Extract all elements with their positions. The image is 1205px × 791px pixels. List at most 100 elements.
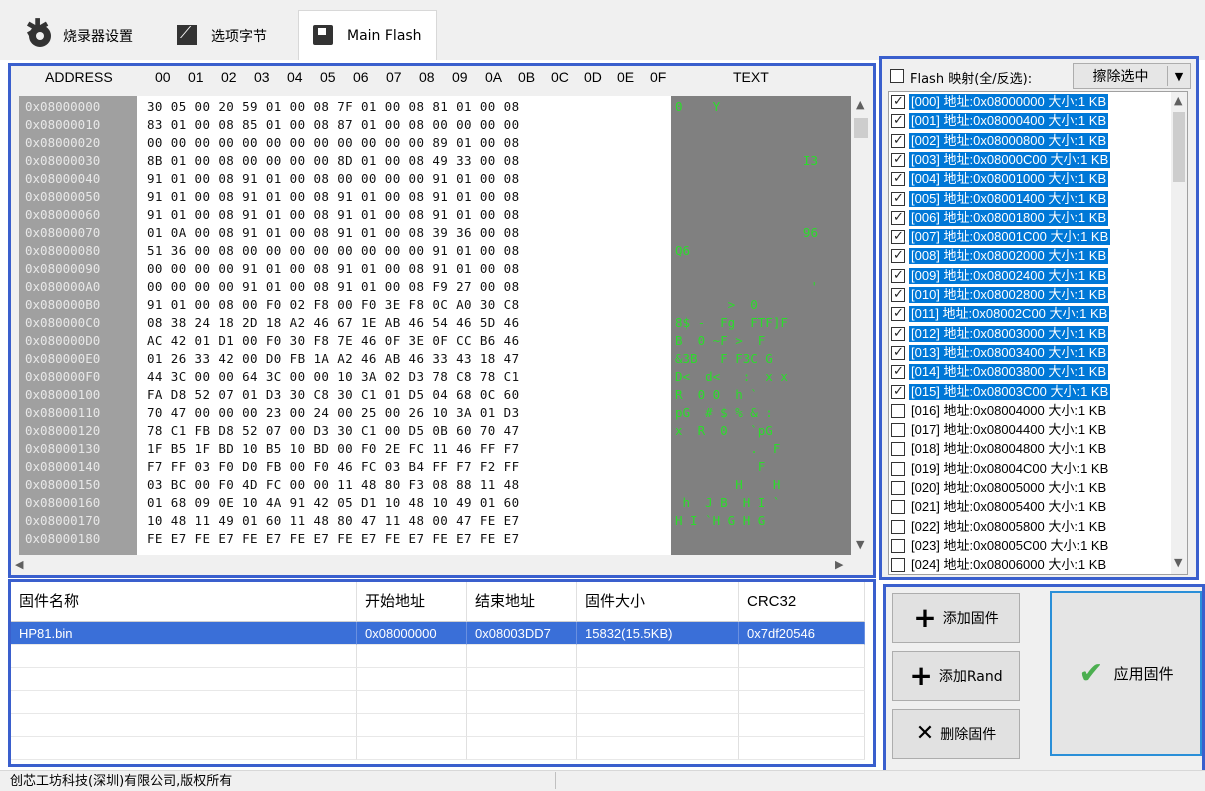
scroll-up-icon[interactable]: ▲ (1174, 94, 1182, 107)
column-header-start[interactable]: 开始地址 (357, 582, 467, 622)
hex-row[interactable]: 91 01 00 08 91 01 00 08 91 01 00 08 91 0… (147, 208, 520, 222)
hex-row[interactable]: 91 01 00 08 00 F0 02 F8 00 F0 3E F8 0C A… (147, 298, 520, 312)
list-item[interactable]: [007] 地址:0x08001C00 大小:1 KB (891, 228, 1169, 246)
hex-row[interactable]: 00 00 00 00 91 01 00 08 91 01 00 08 F9 2… (147, 280, 520, 294)
hex-row[interactable]: 83 01 00 08 85 01 00 08 87 01 00 08 00 0… (147, 118, 520, 132)
list-item[interactable]: [010] 地址:0x08002800 大小:1 KB (891, 286, 1169, 303)
add-firmware-button[interactable]: + 添加固件 (892, 593, 1020, 643)
list-item[interactable]: [000] 地址:0x08000000 大小:1 KB (891, 93, 1169, 110)
list-item[interactable]: [024] 地址:0x08006000 大小:1 KB (891, 557, 1169, 573)
hex-viewer[interactable]: ADDRESS 00 01 02 03 04 05 06 07 08 09 0A 0B 0C 0D 0E 0F… (8, 63, 876, 578)
list-item[interactable]: [005] 地址:0x08001400 大小:1 KB (891, 190, 1169, 207)
sector-checkbox[interactable] (891, 344, 905, 360)
scroll-up-icon[interactable]: ▲ (856, 98, 864, 111)
list-item[interactable]: [009] 地址:0x08002400 大小:1 KB (891, 267, 1169, 284)
list-item[interactable]: [021] 地址:0x08005400 大小:1 KB (891, 499, 1169, 515)
hex-row[interactable]: 01 26 33 42 00 D0 FB 1A A2 46 AB 46 33 4… (147, 352, 520, 366)
sector-checkbox[interactable] (891, 519, 905, 534)
hex-row[interactable]: 44 3C 00 00 64 3C 00 00 10 3A 02 D3 78 C… (147, 370, 520, 384)
hex-row[interactable]: 51 36 00 08 00 00 00 00 00 00 00 00 91 0… (147, 244, 520, 258)
apply-firmware-button[interactable]: ✔ 应用固件 (1050, 591, 1202, 756)
scroll-right-icon[interactable]: ▶ (835, 558, 843, 571)
sector-checkbox[interactable] (891, 190, 905, 206)
hex-row[interactable]: 78 C1 FB D8 52 07 00 D3 30 C1 00 D5 0B 6… (147, 424, 520, 438)
sector-checkbox[interactable] (891, 558, 905, 573)
hex-row[interactable]: 70 47 00 00 00 23 00 24 00 25 00 26 10 3… (147, 406, 520, 420)
sector-checkbox[interactable] (891, 325, 905, 341)
table-row[interactable]: HP81.bin 0x08000000 0x08003DD7 15832(15.… (11, 622, 865, 645)
sector-checkbox[interactable] (891, 500, 905, 515)
sector-checkbox[interactable] (891, 481, 905, 495)
sector-checkbox[interactable] (891, 403, 905, 418)
hex-row[interactable]: 8B 01 00 08 00 00 00 00 8D 01 00 08 49 3… (147, 154, 520, 168)
sector-checkbox[interactable] (891, 461, 905, 476)
column-header-crc[interactable]: CRC32 (739, 582, 865, 622)
sector-checkbox[interactable] (891, 170, 905, 187)
tab-option-bytes[interactable]: 选项字节 (162, 14, 282, 58)
list-item[interactable]: [017] 地址:0x08004400 大小:1 KB (891, 422, 1169, 438)
hex-row[interactable]: 1F B5 1F BD 10 B5 10 BD 00 F0 2E FC 11 4… (147, 442, 520, 456)
hex-row[interactable]: 00 00 00 00 00 00 00 00 00 00 00 00 89 0… (147, 136, 520, 150)
flash-list-scrollbar[interactable]: ▲ ▼ (1171, 92, 1187, 574)
hex-row[interactable]: 01 0A 00 08 91 01 00 08 91 01 00 08 39 3… (147, 226, 520, 240)
chevron-down-icon[interactable]: ▼ (1168, 70, 1190, 83)
sector-checkbox[interactable] (891, 305, 905, 322)
column-header-end[interactable]: 结束地址 (467, 582, 577, 622)
hex-row[interactable]: 30 05 00 20 59 01 00 08 7F 01 00 08 81 0… (147, 100, 520, 114)
scroll-down-icon[interactable]: ▼ (1174, 556, 1182, 569)
sector-checkbox[interactable] (891, 383, 905, 399)
add-rand-button[interactable]: + 添加Rand (892, 651, 1020, 701)
sector-checkbox[interactable] (891, 151, 905, 167)
hex-row[interactable]: 00 00 00 00 91 01 00 08 91 01 00 08 91 0… (147, 262, 520, 276)
list-item[interactable]: [013] 地址:0x08003400 大小:1 KB (891, 344, 1169, 361)
sector-checkbox[interactable] (891, 228, 905, 245)
sector-checkbox[interactable] (891, 112, 905, 129)
column-header-size[interactable]: 固件大小 (577, 582, 739, 622)
erase-selected-button[interactable]: 擦除选中 ▼ (1073, 63, 1191, 89)
scroll-thumb[interactable] (1173, 112, 1185, 182)
list-item[interactable]: [023] 地址:0x08005C00 大小:1 KB (891, 538, 1169, 554)
flash-sector-list[interactable]: ▲ ▼ [000] 地址:0x08000000 大小:1 KB [001] 地址:… (888, 91, 1188, 575)
sector-checkbox[interactable] (891, 93, 905, 109)
hex-row[interactable]: 08 38 24 18 2D 18 A2 46 67 1E AB 46 54 4… (147, 316, 520, 330)
list-item[interactable]: [014] 地址:0x08003800 大小:1 KB (891, 363, 1169, 381)
sector-checkbox[interactable] (891, 132, 905, 148)
list-item[interactable]: [011] 地址:0x08002C00 大小:1 KB (891, 305, 1169, 323)
list-item[interactable]: [002] 地址:0x08000800 大小:1 KB (891, 132, 1169, 149)
hex-row[interactable]: 91 01 00 08 91 01 00 08 00 00 00 00 91 0… (147, 172, 520, 186)
hex-bytes-area[interactable]: 30 05 00 20 59 01 00 08 7F 01 00 08 81 0… (137, 96, 671, 555)
tab-programmer-settings[interactable]: 烧录器设置 (14, 14, 148, 58)
sector-checkbox[interactable] (891, 267, 905, 283)
hex-horizontal-scrollbar[interactable]: ◀ ▶ (11, 556, 851, 574)
list-item[interactable]: [001] 地址:0x08000400 大小:1 KB (891, 112, 1169, 130)
list-item[interactable]: [022] 地址:0x08005800 大小:1 KB (891, 519, 1169, 535)
select-all-checkbox[interactable] (890, 69, 904, 83)
scroll-down-icon[interactable]: ▼ (856, 538, 864, 551)
sector-checkbox[interactable] (891, 286, 905, 302)
hex-row[interactable]: 91 01 00 08 91 01 00 08 91 01 00 08 91 0… (147, 190, 520, 204)
hex-row[interactable]: FA D8 52 07 01 D3 30 C8 30 C1 01 D5 04 6… (147, 388, 520, 402)
list-item[interactable]: [004] 地址:0x08001000 大小:1 KB (891, 170, 1169, 188)
sector-checkbox[interactable] (891, 423, 905, 438)
sector-checkbox[interactable] (891, 442, 905, 457)
list-item[interactable]: [018] 地址:0x08004800 大小:1 KB (891, 441, 1169, 457)
list-item[interactable]: [006] 地址:0x08001800 大小:1 KB (891, 209, 1169, 226)
hex-row[interactable]: 10 48 11 49 01 60 11 48 80 47 11 48 00 4… (147, 514, 520, 528)
list-item[interactable]: [003] 地址:0x08000C00 大小:1 KB (891, 151, 1169, 168)
delete-firmware-button[interactable]: ✕ 删除固件 (892, 709, 1020, 759)
sector-checkbox[interactable] (891, 363, 905, 380)
hex-vertical-scrollbar[interactable]: ▲ ▼ (851, 96, 871, 555)
scroll-left-icon[interactable]: ◀ (15, 558, 23, 571)
hex-row[interactable]: 03 BC 00 F0 4D FC 00 00 11 48 80 F3 08 8… (147, 478, 520, 492)
hex-row[interactable]: FE E7 FE E7 FE E7 FE E7 FE E7 FE E7 FE E… (147, 532, 520, 546)
scroll-thumb[interactable] (854, 118, 868, 138)
hex-row[interactable]: F7 FF 03 F0 D0 FB 00 F0 46 FC 03 B4 FF F… (147, 460, 520, 474)
list-item[interactable]: [020] 地址:0x08005000 大小:1 KB (891, 480, 1169, 496)
hex-row[interactable]: 01 68 09 0E 10 4A 91 42 05 D1 10 48 10 4… (147, 496, 520, 510)
list-item[interactable]: [019] 地址:0x08004C00 大小:1 KB (891, 461, 1169, 477)
list-item[interactable]: [016] 地址:0x08004000 大小:1 KB (891, 403, 1169, 419)
list-item[interactable]: [012] 地址:0x08003000 大小:1 KB (891, 325, 1169, 342)
list-item[interactable]: [015] 地址:0x08003C00 大小:1 KB (891, 383, 1169, 400)
hex-row[interactable]: AC 42 01 D1 00 F0 30 F8 7E 46 0F 3E 0F C… (147, 334, 520, 348)
column-header-name[interactable]: 固件名称 (11, 582, 357, 622)
